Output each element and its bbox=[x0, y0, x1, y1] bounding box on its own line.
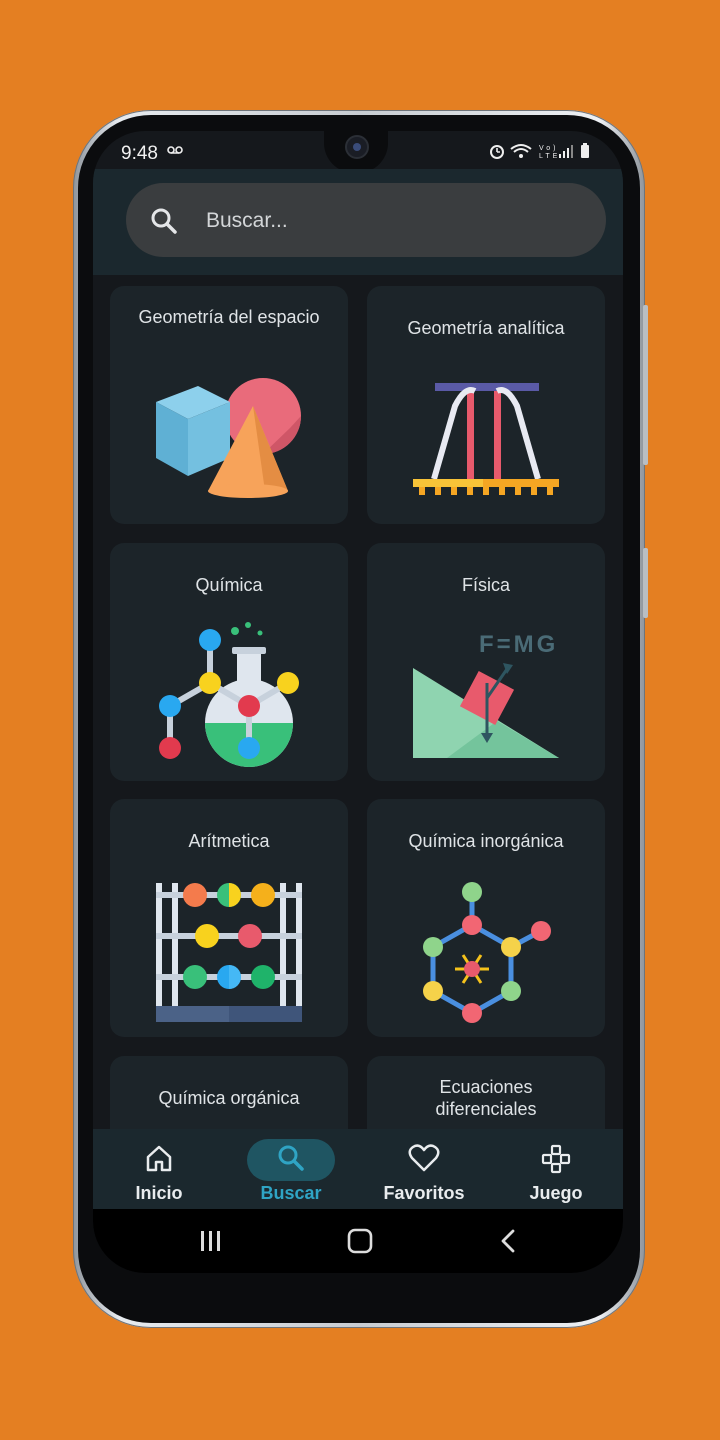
category-title: Física bbox=[461, 575, 510, 595]
nav-label: Inicio bbox=[135, 1183, 183, 1203]
category-card[interactable]: Química orgánica bbox=[110, 1056, 348, 1131]
wifi-icon bbox=[510, 144, 532, 158]
category-title: Química bbox=[195, 575, 263, 595]
home-icon bbox=[144, 1143, 174, 1178]
category-card[interactable]: Ecuaciones diferenciales bbox=[367, 1056, 605, 1131]
home-button[interactable] bbox=[347, 1228, 373, 1259]
search-header: Buscar... bbox=[93, 169, 623, 275]
gamepad-icon bbox=[540, 1143, 572, 1180]
category-title: Química orgánica bbox=[158, 1088, 300, 1108]
nav-buscar[interactable]: Buscar bbox=[225, 1129, 357, 1209]
app-screen: 9:48 Vo) LTE Buscar... Geometría del esp… bbox=[93, 131, 623, 1273]
volume-button bbox=[643, 305, 648, 465]
front-camera bbox=[345, 135, 369, 159]
category-card[interactable]: Arítmetica bbox=[110, 799, 348, 1037]
category-card[interactable]: Geometría analítica bbox=[367, 286, 605, 524]
category-title: Arítmetica bbox=[188, 831, 270, 851]
alarm-icon bbox=[490, 145, 504, 159]
category-title: Ecuaciones diferenciales bbox=[435, 1077, 537, 1119]
recent-apps-button[interactable] bbox=[199, 1229, 223, 1258]
system-navigation-bar bbox=[93, 1209, 623, 1273]
status-bar: 9:48 Vo) LTE bbox=[93, 131, 623, 173]
category-card[interactable]: Química bbox=[110, 543, 348, 781]
category-title: Química inorgánica bbox=[408, 831, 564, 851]
search-icon bbox=[276, 1143, 306, 1178]
camera-notch bbox=[324, 131, 388, 173]
status-icons: Vo) LTE bbox=[489, 143, 597, 162]
status-time: 9:48 bbox=[121, 143, 158, 164]
category-card[interactable]: Química inorgánica bbox=[367, 799, 605, 1037]
nav-favoritos[interactable]: Favoritos bbox=[358, 1129, 490, 1209]
search-placeholder: Buscar... bbox=[206, 209, 288, 232]
volte-icon: Vo)LTE bbox=[539, 145, 560, 160]
back-button[interactable] bbox=[498, 1228, 518, 1259]
search-input[interactable]: Buscar... bbox=[126, 183, 606, 257]
nav-inicio[interactable]: Inicio bbox=[93, 1129, 225, 1209]
svg-text:LTE: LTE bbox=[539, 153, 560, 159]
bottom-navigation: Inicio Buscar Favoritos Juego bbox=[93, 1129, 623, 1209]
signal-icon bbox=[559, 145, 573, 158]
power-button bbox=[643, 548, 648, 618]
category-title: Geometría del espacio bbox=[138, 307, 320, 327]
battery-icon bbox=[581, 143, 589, 158]
svg-text:Vo): Vo) bbox=[539, 145, 559, 152]
nav-label: Juego bbox=[529, 1183, 583, 1203]
heart-icon bbox=[408, 1143, 440, 1178]
category-title: Geometría analítica bbox=[407, 318, 565, 338]
category-card[interactable]: F=MG Física bbox=[367, 543, 605, 781]
formula-text: F=MG bbox=[479, 631, 559, 658]
nav-label: Buscar bbox=[260, 1183, 322, 1203]
category-grid: Geometría del espacio Geometría analític… bbox=[93, 286, 623, 1131]
category-card[interactable]: Geometría del espacio bbox=[110, 286, 348, 524]
nav-juego[interactable]: Juego bbox=[490, 1129, 622, 1209]
search-icon bbox=[150, 207, 178, 240]
voicemail-icon bbox=[167, 143, 183, 158]
nav-label: Favoritos bbox=[383, 1183, 465, 1203]
